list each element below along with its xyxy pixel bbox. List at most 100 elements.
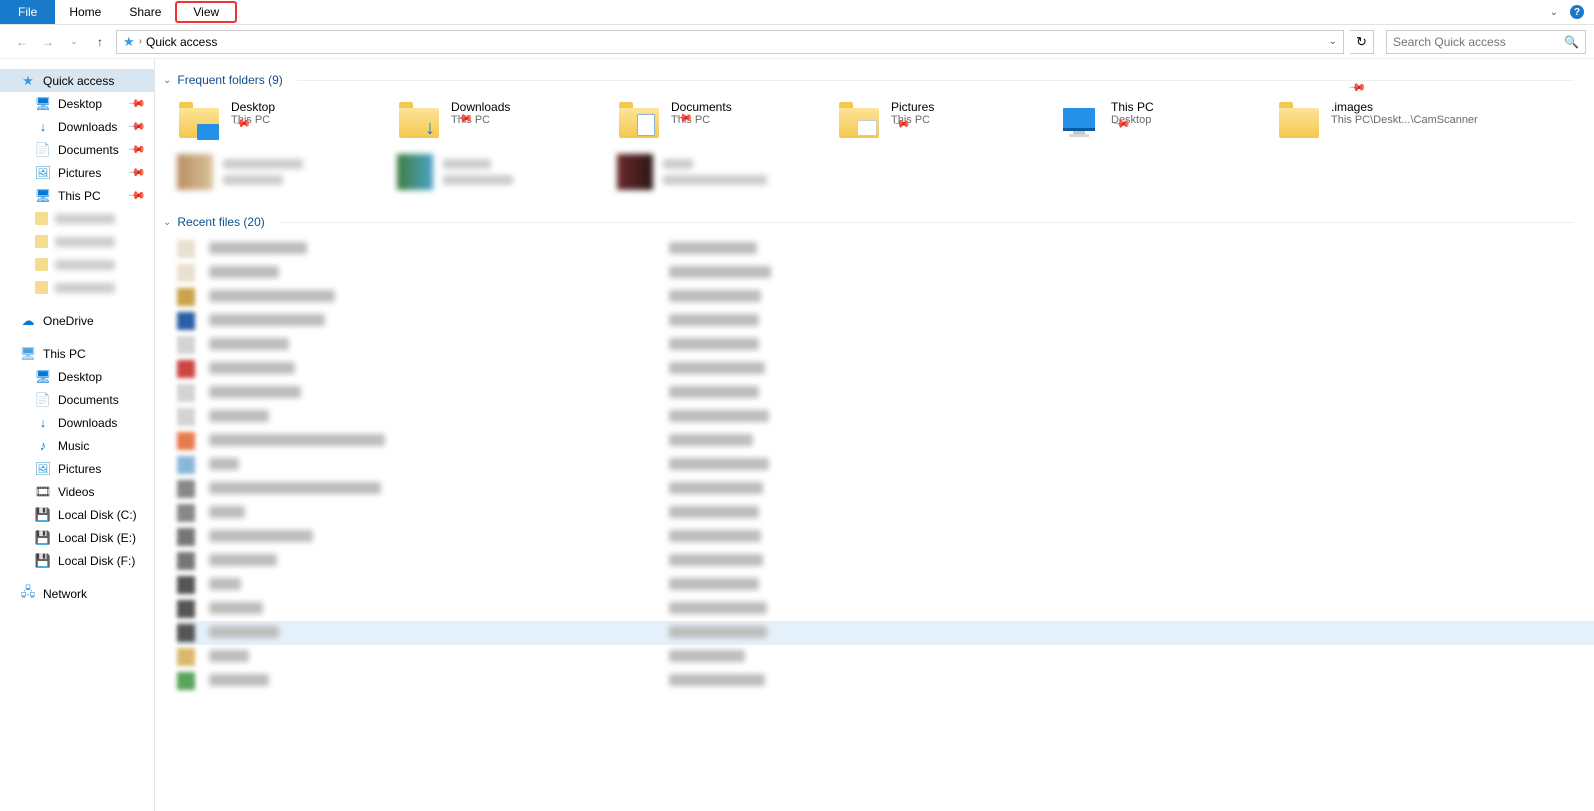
address-dropdown-icon[interactable]: ⌄	[1329, 36, 1337, 47]
folder-tile-documents[interactable]: Documents This PC 📌	[615, 95, 833, 145]
sidebar-item-onedrive[interactable]: ☁ OneDrive	[0, 309, 154, 332]
folder-tile-blurred[interactable]	[175, 147, 393, 197]
recent-file-row[interactable]	[177, 333, 1594, 357]
folder-name-blurred	[223, 159, 303, 169]
sidebar-label: Downloads	[58, 120, 123, 134]
recent-file-row[interactable]	[177, 309, 1594, 333]
pin-icon: 📌	[128, 186, 147, 205]
file-icon	[177, 456, 195, 474]
sidebar-item-quick-access[interactable]: ★ Quick access	[0, 69, 154, 92]
sidebar-item-blurred[interactable]	[0, 207, 154, 230]
sidebar-item-blurred[interactable]	[0, 253, 154, 276]
recent-file-row[interactable]	[177, 405, 1594, 429]
sidebar-item-desktop2[interactable]: 🖥 Desktop	[0, 365, 154, 388]
recent-file-row[interactable]	[177, 573, 1594, 597]
folder-tile-desktop[interactable]: Desktop This PC 📌	[175, 95, 393, 145]
address-bar[interactable]: ★ › Quick access ⌄	[116, 30, 1344, 54]
tab-share[interactable]: Share	[115, 0, 175, 24]
pc-icon	[1057, 98, 1101, 142]
recent-file-row[interactable]	[177, 501, 1594, 525]
file-icon	[177, 552, 195, 570]
sidebar-item-documents[interactable]: 📄 Documents 📌	[0, 138, 154, 161]
folder-tile-downloads[interactable]: Downloads This PC 📌	[395, 95, 613, 145]
recent-file-row[interactable]	[177, 357, 1594, 381]
tab-home[interactable]: Home	[55, 0, 115, 24]
recent-file-row[interactable]	[177, 549, 1594, 573]
folder-name: .images	[1331, 100, 1478, 114]
recent-file-row[interactable]	[177, 429, 1594, 453]
file-icon	[177, 264, 195, 282]
pic-icon: 🖼	[35, 165, 51, 181]
sidebar-item-documents2[interactable]: 📄 Documents	[0, 388, 154, 411]
file-location-blurred	[669, 410, 769, 422]
folder-tile-blurred[interactable]	[395, 147, 613, 197]
sidebar-item-this-pc[interactable]: 🖥 This PC	[0, 342, 154, 365]
sidebar-item-thispc[interactable]: 🖥 This PC 📌	[0, 184, 154, 207]
search-icon[interactable]: 🔍	[1564, 35, 1579, 49]
file-name-blurred	[209, 314, 325, 326]
recent-file-row[interactable]	[177, 237, 1594, 261]
folder-name-blurred	[443, 159, 491, 169]
pin-icon: 📌	[128, 117, 147, 136]
section-frequent-folders[interactable]: ⌄ Frequent folders (9)	[163, 69, 1594, 91]
recent-file-row[interactable]	[177, 285, 1594, 309]
recent-file-row[interactable]	[177, 477, 1594, 501]
sidebar-item-videos[interactable]: 🎞 Videos	[0, 480, 154, 503]
tab-view[interactable]: View	[175, 1, 237, 23]
help-icon[interactable]: ?	[1570, 5, 1584, 19]
sidebar-item-diskc[interactable]: 💾 Local Disk (C:)	[0, 503, 154, 526]
recent-file-row[interactable]	[177, 261, 1594, 285]
folder-tile-pictures[interactable]: Pictures This PC 📌	[835, 95, 1053, 145]
sidebar-item-pictures2[interactable]: 🖼 Pictures	[0, 457, 154, 480]
file-name-blurred	[209, 338, 289, 350]
monitor-icon: 🖥	[35, 369, 51, 385]
file-location-blurred	[669, 650, 745, 662]
back-button[interactable]: ←	[12, 32, 32, 52]
recent-file-row[interactable]	[177, 525, 1594, 549]
folder-name: Pictures	[891, 100, 934, 114]
search-box[interactable]: 🔍	[1386, 30, 1586, 54]
sidebar-item-music[interactable]: ♪ Music	[0, 434, 154, 457]
tab-file[interactable]: File	[0, 0, 55, 24]
forward-button[interactable]: →	[38, 32, 58, 52]
sidebar-item-blurred[interactable]	[0, 276, 154, 299]
file-name-blurred	[209, 482, 381, 494]
recent-file-row[interactable]	[177, 645, 1594, 669]
recent-file-row[interactable]	[177, 453, 1594, 477]
sidebar-item-desktop[interactable]: 🖥 Desktop 📌	[0, 92, 154, 115]
pin-icon: 📌	[1348, 78, 1461, 191]
folder-icon	[617, 154, 653, 190]
recent-file-row[interactable]	[177, 381, 1594, 405]
refresh-button[interactable]: ↻	[1350, 30, 1374, 54]
section-recent-files[interactable]: ⌄ Recent files (20)	[163, 211, 1594, 233]
sidebar-item-network[interactable]: 🖧 Network	[0, 582, 154, 605]
file-name-blurred	[209, 554, 277, 566]
sidebar-label-blurred	[55, 283, 115, 293]
up-button[interactable]: ↑	[90, 32, 110, 52]
folder-tile-thispc[interactable]: This PC Desktop 📌	[1055, 95, 1273, 145]
folder-tile-images[interactable]: .images This PC\Deskt...\CamScanner 📌	[1275, 95, 1493, 145]
sidebar-item-pictures[interactable]: 🖼 Pictures 📌	[0, 161, 154, 184]
sidebar-label: Local Disk (F:)	[58, 554, 154, 568]
sidebar-label: Documents	[58, 143, 123, 157]
section-title-text: Recent files (20)	[177, 215, 264, 229]
sidebar-item-downloads2[interactable]: ↓ Downloads	[0, 411, 154, 434]
recent-file-row[interactable]	[177, 669, 1594, 693]
recent-file-row[interactable]	[177, 597, 1594, 621]
file-name-blurred	[209, 530, 313, 542]
sidebar-item-diske[interactable]: 💾 Local Disk (E:)	[0, 526, 154, 549]
file-location-blurred	[669, 626, 767, 638]
search-input[interactable]	[1393, 35, 1564, 49]
folder-icon	[1277, 98, 1321, 142]
recent-file-row[interactable]	[177, 621, 1594, 645]
recent-dropdown-icon[interactable]: ⌄	[64, 32, 84, 52]
file-icon	[177, 288, 195, 306]
sidebar-label: Pictures	[58, 166, 123, 180]
sidebar-item-downloads[interactable]: ↓ Downloads 📌	[0, 115, 154, 138]
sidebar-label: Local Disk (E:)	[58, 531, 154, 545]
ribbon-expand-icon[interactable]: ⌄	[1550, 7, 1558, 18]
file-location-blurred	[669, 338, 759, 350]
sidebar-item-diskf[interactable]: 💾 Local Disk (F:)	[0, 549, 154, 572]
sidebar-item-blurred[interactable]	[0, 230, 154, 253]
down-icon: ↓	[35, 415, 51, 431]
